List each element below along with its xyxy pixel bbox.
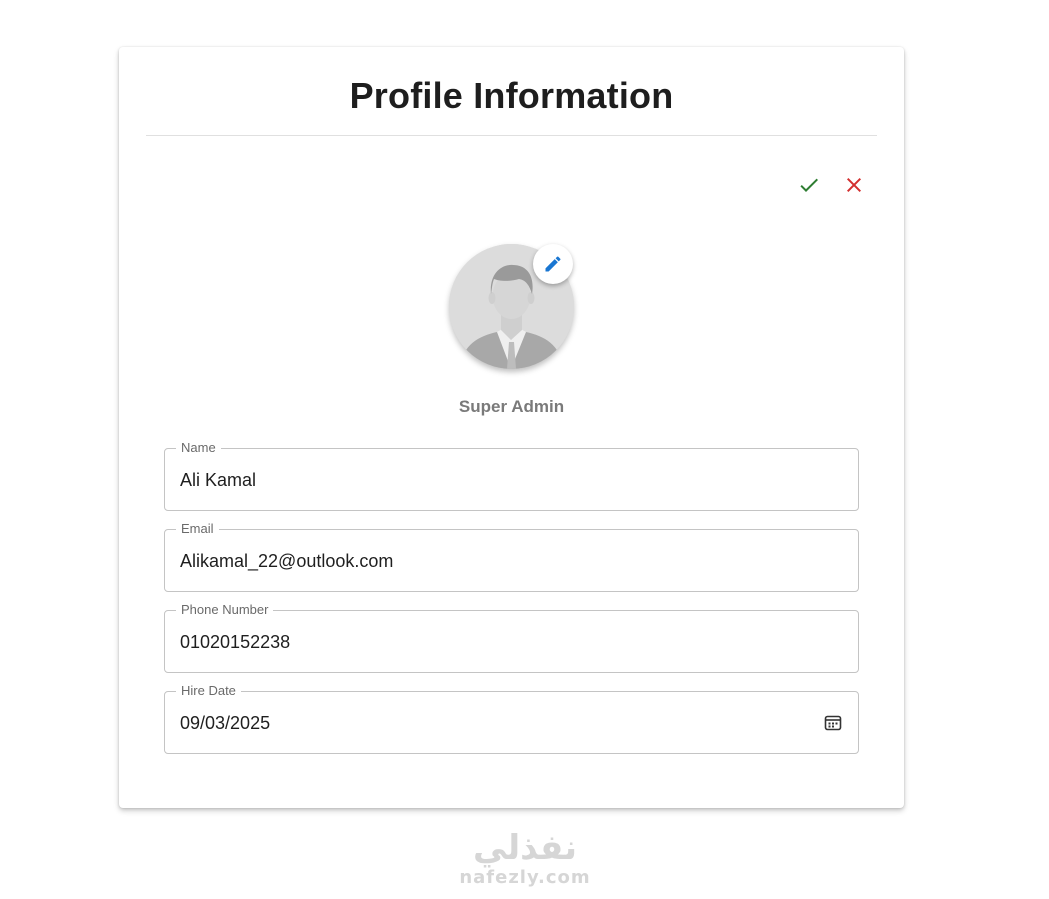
title-divider [146,135,877,136]
email-input[interactable]: Alikamal_22@outlook.com [180,549,808,573]
phone-input[interactable]: 01020152238 [180,630,808,654]
cancel-button[interactable] [837,168,871,202]
watermark: نفذلي nafezly.com [440,828,610,888]
hire-date-input[interactable]: 09/03/2025 [180,711,808,735]
watermark-latin: nafezly.com [459,867,591,888]
watermark-arabic: نفذلي [472,828,578,868]
name-label: Name [176,439,221,457]
hire-date-label: Hire Date [176,682,241,700]
name-input[interactable]: Ali Kamal [180,468,808,492]
avatar-container [449,244,574,369]
calendar-button[interactable] [822,712,844,734]
phone-label: Phone Number [176,601,274,619]
hire-date-field[interactable]: Hire Date 09/03/2025 [164,682,859,754]
page-title: Profile Information [349,75,674,116]
pencil-icon [545,256,561,272]
profile-card: Profile Information Super Admin Name Ali… [119,47,904,808]
name-field[interactable]: Name Ali Kamal [164,439,859,511]
email-field[interactable]: Email Alikamal_22@outlook.com [164,520,859,592]
calendar-icon [824,715,842,731]
email-label: Email [176,520,219,538]
check-icon [800,178,818,192]
phone-field[interactable]: Phone Number 01020152238 [164,601,859,673]
confirm-button[interactable] [792,168,826,202]
close-icon [847,178,861,192]
user-role: Super Admin [458,397,565,416]
edit-avatar-button[interactable] [533,244,573,284]
